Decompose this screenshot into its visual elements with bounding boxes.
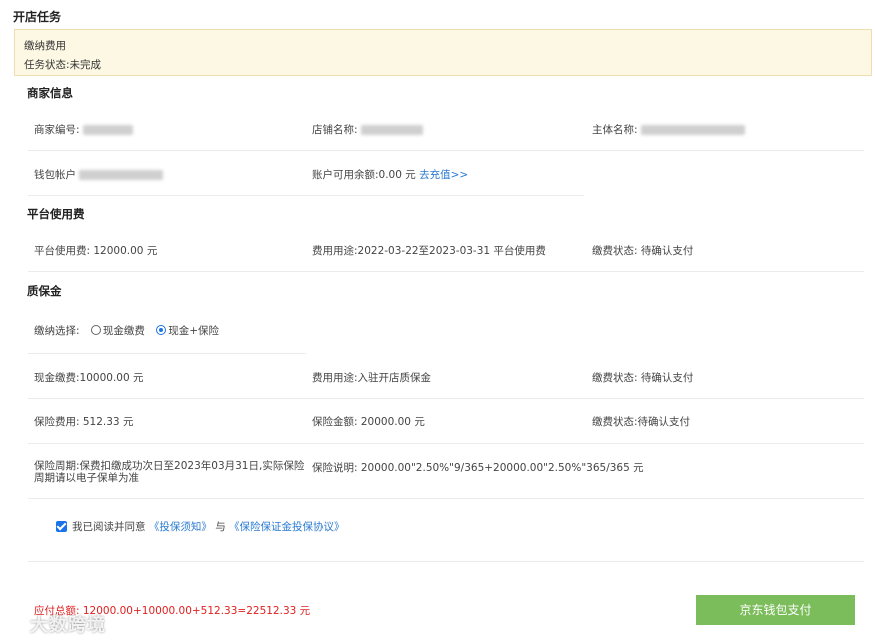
insurance-desc: 保险说明: 20000.00"2.50%"9/365+20000.00"2.50… xyxy=(312,462,644,474)
insurance-amount: 保险金额: 20000.00 元 xyxy=(312,416,425,428)
deposit-choice-label: 缴纳选择: xyxy=(34,325,80,337)
shop-name: 店铺名称: xyxy=(312,122,423,137)
page: 开店任务 缴纳费用 任务状态:未完成 商家信息 商家编号: 店铺名称: 主体名称… xyxy=(0,0,875,641)
merchant-no: 商家编号: xyxy=(34,122,133,137)
platform-fee-amount: 平台使用费: 12000.00 元 xyxy=(34,245,158,257)
deposit-section-title: 质保金 xyxy=(27,284,62,298)
entity-name-label: 主体名称: xyxy=(592,124,638,136)
radio-cash-label[interactable]: 现金缴费 xyxy=(103,325,145,337)
insurance-fee: 保险费用: 512.33 元 xyxy=(34,416,134,428)
divider xyxy=(28,398,864,399)
divider xyxy=(28,498,864,499)
divider xyxy=(28,150,864,151)
radio-cash[interactable] xyxy=(90,325,101,335)
insurance-period: 保险周期:保费扣缴成功次日至2023年03月31日,实际保险 周期请以电子保单为… xyxy=(34,460,304,484)
insurance-status: 缴费状态:待确认支付 xyxy=(592,416,691,428)
cash-status: 缴费状态: 待确认支付 xyxy=(592,372,694,384)
agreement: 我已阅读并同意 《投保须知》 与 《保险保证金投保协议》 xyxy=(56,519,345,534)
deposit-choice: 缴纳选择: 现金缴费 现金+保险 xyxy=(34,323,219,338)
divider xyxy=(28,353,306,354)
radio-cash-insurance-label[interactable]: 现金+保险 xyxy=(168,325,219,337)
insurance-period-line1: 保险周期:保费扣缴成功次日至2023年03月31日,实际保险 xyxy=(34,460,305,472)
agree-checkbox[interactable] xyxy=(56,521,67,532)
divider xyxy=(28,271,864,272)
task-status: 任务状态:未完成 xyxy=(24,59,102,71)
merchant-section-title: 商家信息 xyxy=(27,86,73,100)
insurance-notice-link[interactable]: 《投保须知》 xyxy=(149,521,212,533)
entity-name: 主体名称: xyxy=(592,122,745,137)
task-name: 缴纳费用 xyxy=(24,40,66,52)
jd-wallet-pay-button[interactable]: 京东钱包支付 xyxy=(696,595,855,625)
wallet-label: 钱包帐户 xyxy=(34,169,76,181)
account-balance: 账户可用余额:0.00 元 去充值>> xyxy=(312,167,468,182)
platform-fee-usage: 费用用途:2022-03-22至2023-03-31 平台使用费 xyxy=(312,245,546,257)
redacted-value xyxy=(360,125,423,135)
insurance-agreement-link[interactable]: 《保险保证金投保协议》 xyxy=(229,521,345,533)
watermark-logo-icon xyxy=(5,617,25,632)
page-title: 开店任务 xyxy=(13,10,62,24)
divider xyxy=(28,195,584,196)
platform-fee-section-title: 平台使用费 xyxy=(27,207,85,221)
radio-cash-insurance[interactable] xyxy=(156,325,167,335)
shop-name-label: 店铺名称: xyxy=(312,124,358,136)
platform-fee-status: 缴费状态: 待确认支付 xyxy=(592,245,694,257)
agreement-text: 我已阅读并同意 xyxy=(72,521,146,533)
divider xyxy=(28,443,864,444)
watermark-text: 大数跨境 xyxy=(30,615,106,636)
redacted-value xyxy=(82,125,133,135)
balance-label: 账户可用余额:0.00 元 xyxy=(312,169,416,181)
watermark: 大数跨境 xyxy=(4,611,106,637)
cash-fee: 现金缴费:10000.00 元 xyxy=(34,372,144,384)
redacted-value xyxy=(79,170,163,180)
redacted-value xyxy=(640,125,745,135)
insurance-period-line2: 周期请以电子保单为准 xyxy=(34,472,139,484)
wallet-account: 钱包帐户 xyxy=(34,167,163,182)
divider xyxy=(28,561,864,562)
agreement-connector: 与 xyxy=(215,521,226,533)
cash-usage: 费用用途:入驻开店质保金 xyxy=(312,372,432,384)
task-box: 缴纳费用 任务状态:未完成 xyxy=(14,29,872,76)
merchant-no-label: 商家编号: xyxy=(34,124,80,136)
recharge-link[interactable]: 去充值>> xyxy=(419,169,468,181)
